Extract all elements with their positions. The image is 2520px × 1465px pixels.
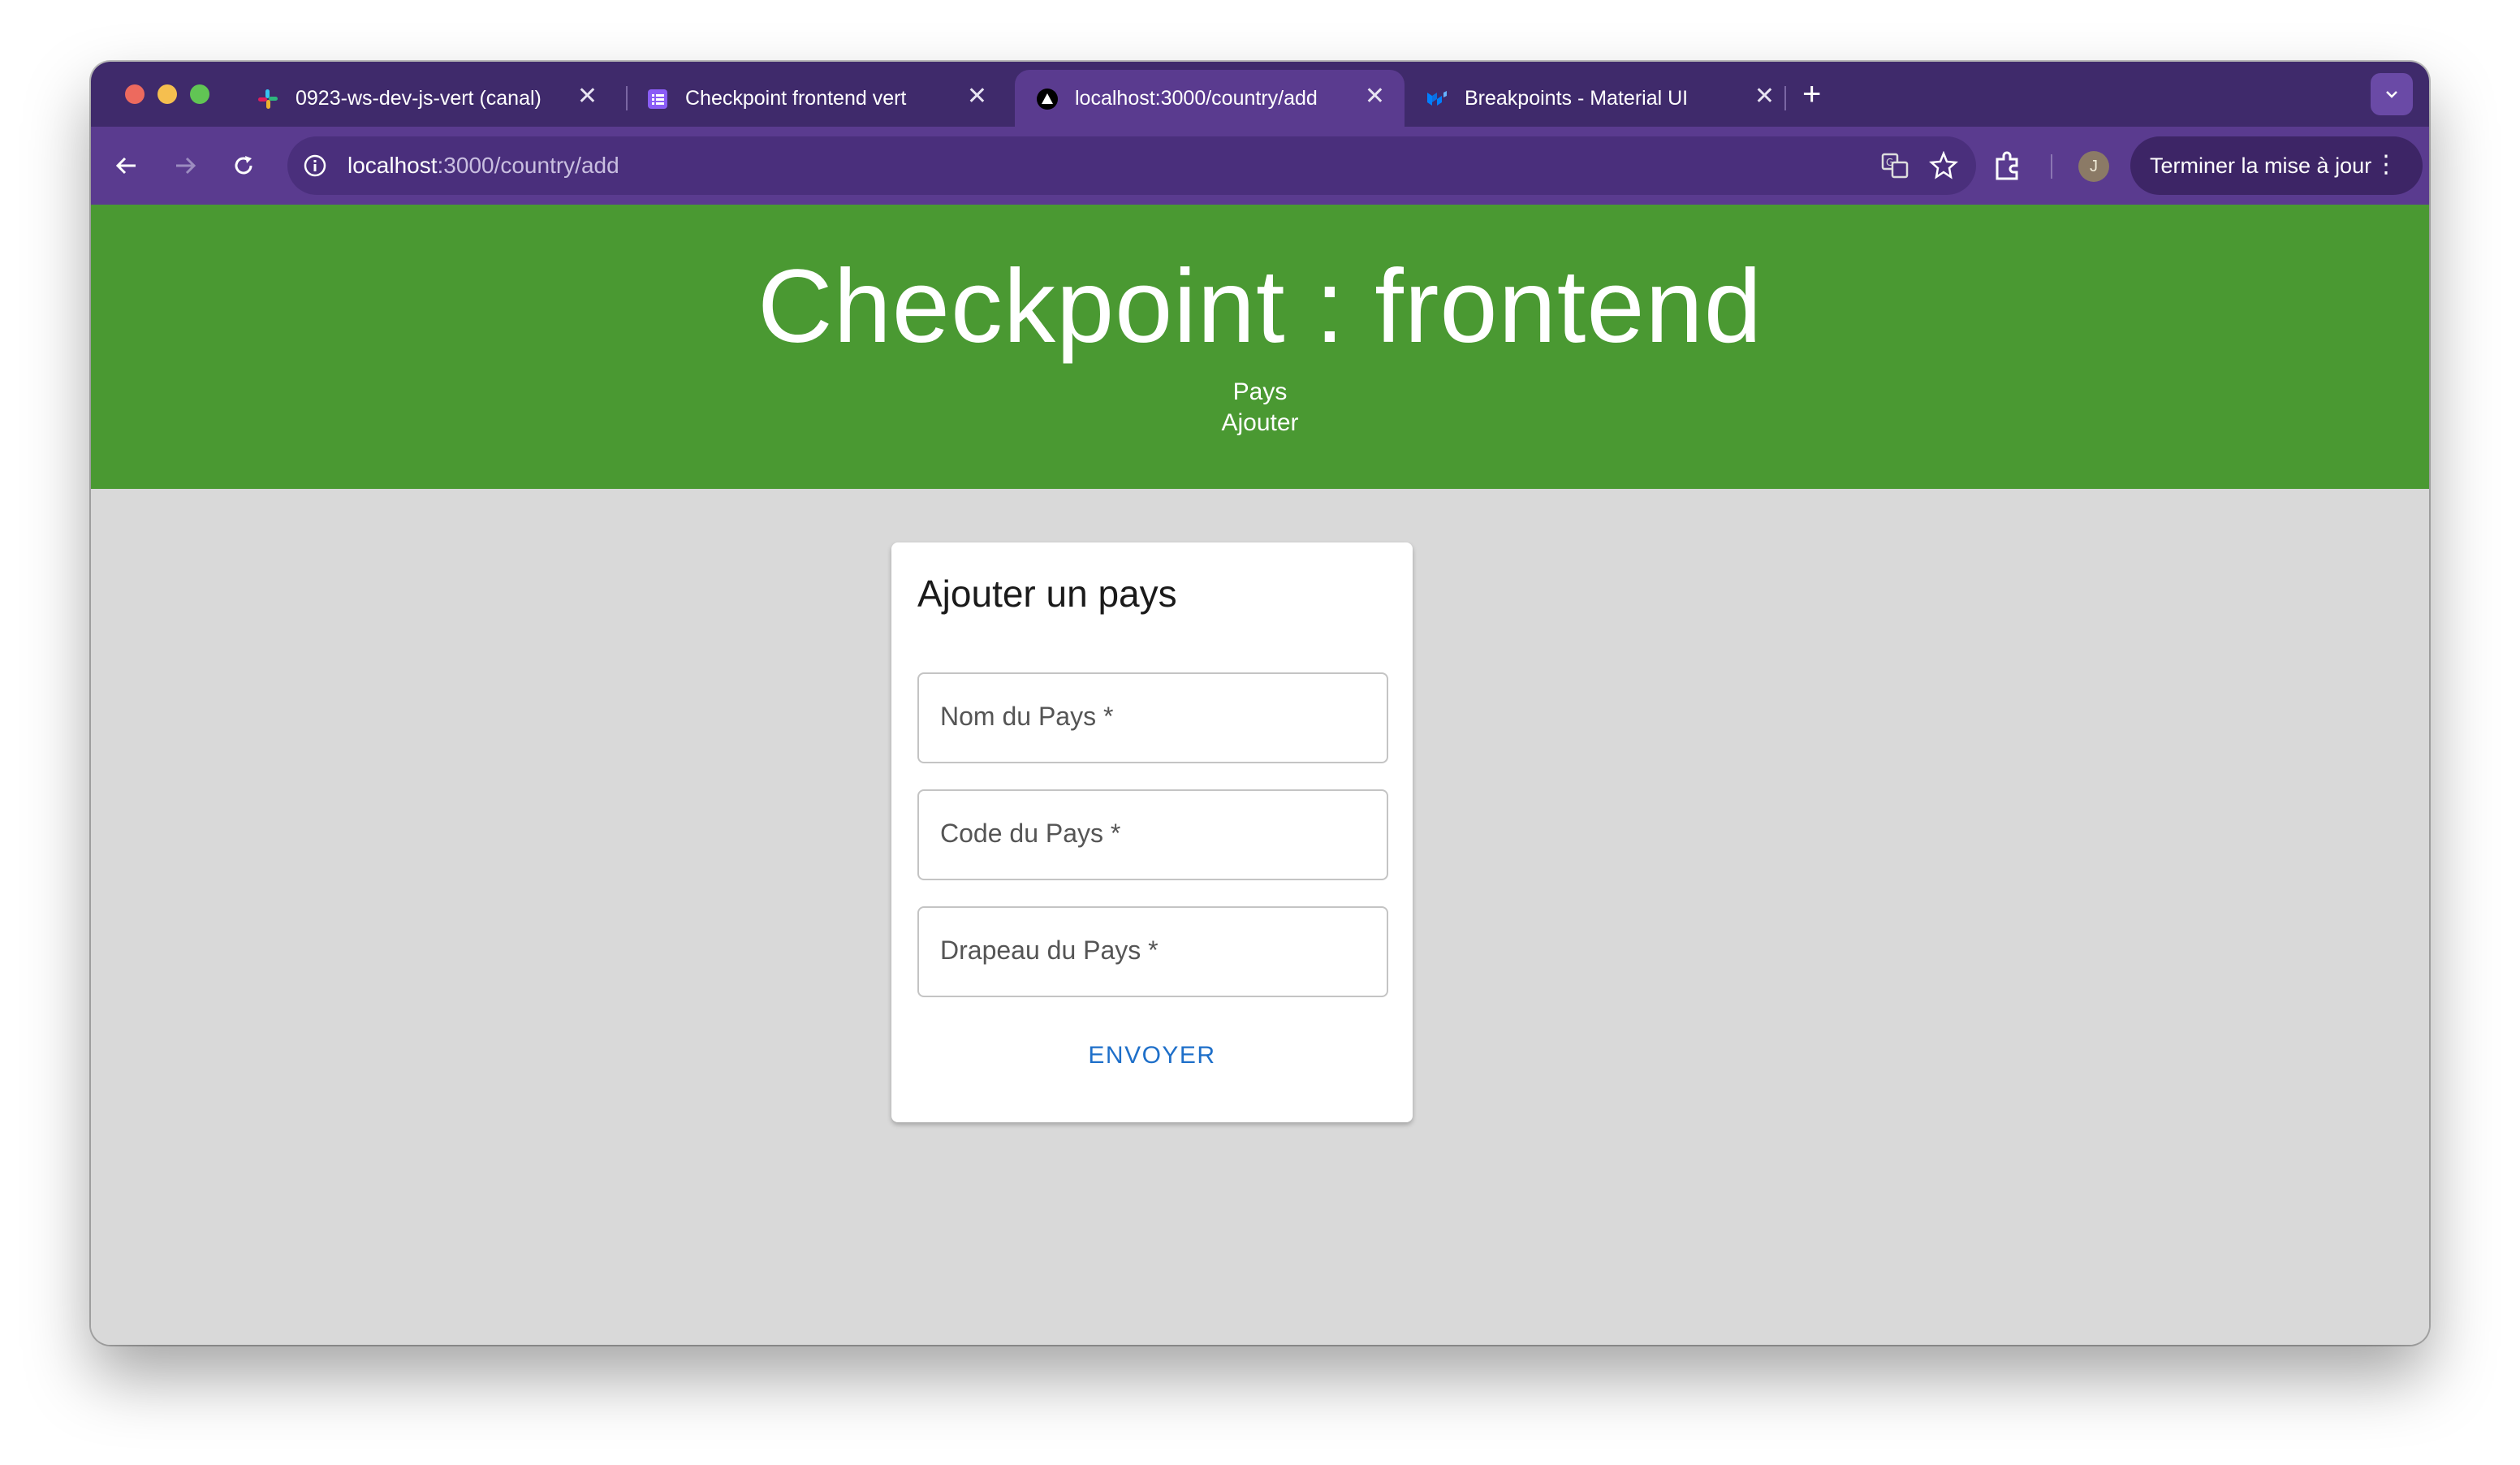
translate-icon[interactable]: G xyxy=(1880,151,1909,180)
slack-icon xyxy=(258,89,278,109)
app-header: Checkpoint : frontend Pays Ajouter xyxy=(91,205,2429,489)
new-tab-button[interactable]: + xyxy=(1802,75,1821,114)
submit-button[interactable]: ENVOYER xyxy=(1051,1030,1254,1082)
tab-title: localhost:3000/country/add xyxy=(1075,87,1318,110)
address-bar[interactable]: localhost:3000/country/add G xyxy=(287,136,1976,195)
svg-text:G: G xyxy=(1886,157,1893,168)
tab-separator xyxy=(1784,86,1786,110)
tab-title: Breakpoints - Material UI xyxy=(1465,87,1689,110)
minimize-window-button[interactable] xyxy=(158,84,177,104)
url-path: :3000/country/add xyxy=(437,153,619,178)
close-tab-icon[interactable]: ✕ xyxy=(1365,84,1385,109)
close-tab-icon[interactable]: ✕ xyxy=(577,84,598,109)
close-window-button[interactable] xyxy=(125,84,145,104)
form-heading: Ajouter un pays xyxy=(917,573,1177,615)
tab-checkpoint-doc[interactable]: Checkpoint frontend vert ✕ xyxy=(625,70,1007,127)
tab-strip: 0923-ws-dev-js-vert (canal) ✕ Checkpoint… xyxy=(91,62,2429,127)
close-tab-icon[interactable]: ✕ xyxy=(967,84,987,109)
close-tab-icon[interactable]: ✕ xyxy=(1754,84,1775,109)
reload-icon xyxy=(235,156,252,175)
country-code-field[interactable]: Code du Pays * xyxy=(917,789,1388,880)
back-button[interactable] xyxy=(107,146,146,185)
page-content: Checkpoint : frontend Pays Ajouter Ajout… xyxy=(91,205,2429,1345)
forward-button[interactable] xyxy=(166,146,205,185)
add-country-form: Ajouter un pays Nom du Pays * Code du Pa… xyxy=(891,542,1413,1122)
nav-link-add[interactable]: Ajouter xyxy=(91,408,2429,439)
bookmark-star-icon[interactable] xyxy=(1929,151,1958,180)
app-favicon-icon xyxy=(1037,89,1058,110)
tab-material-ui[interactable]: Breakpoints - Material UI ✕ xyxy=(1405,70,1794,127)
arrow-right-icon xyxy=(176,157,196,175)
tab-localhost-active[interactable]: localhost:3000/country/add ✕ xyxy=(1015,70,1405,127)
chevron-down-icon xyxy=(2386,91,2397,98)
app-title: Checkpoint : frontend xyxy=(757,248,1763,365)
profile-avatar[interactable]: J xyxy=(2078,151,2109,182)
reload-button[interactable] xyxy=(224,146,263,185)
extensions-icon[interactable] xyxy=(1991,149,2023,182)
toolbar-divider xyxy=(2051,154,2052,179)
country-name-field[interactable]: Nom du Pays * xyxy=(917,672,1388,763)
arrow-left-icon xyxy=(115,157,136,175)
browser-toolbar: localhost:3000/country/add G J Terminer … xyxy=(91,127,2429,205)
tab-title: 0923-ws-dev-js-vert (canal) xyxy=(296,87,542,110)
update-button-label: Terminer la mise à jour xyxy=(2150,153,2372,178)
browser-window: 0923-ws-dev-js-vert (canal) ✕ Checkpoint… xyxy=(91,62,2429,1345)
url-text: localhost:3000/country/add xyxy=(347,153,619,179)
site-info-icon[interactable] xyxy=(302,153,328,179)
tab-search-button[interactable] xyxy=(2371,73,2413,115)
country-flag-input[interactable] xyxy=(919,908,1387,996)
tab-slack[interactable]: 0923-ws-dev-js-vert (canal) ✕ xyxy=(235,70,617,127)
country-name-input[interactable] xyxy=(919,674,1387,762)
country-flag-field[interactable]: Drapeau du Pays * xyxy=(917,906,1388,997)
finish-update-button[interactable]: Terminer la mise à jour ⋮ xyxy=(2130,136,2423,195)
more-menu-icon[interactable]: ⋮ xyxy=(2374,151,2398,179)
mui-logo-icon xyxy=(1427,91,1447,106)
app-nav: Pays Ajouter xyxy=(91,377,2429,439)
nav-link-countries[interactable]: Pays xyxy=(91,377,2429,408)
country-code-input[interactable] xyxy=(919,791,1387,879)
tab-title: Checkpoint frontend vert xyxy=(685,87,907,110)
url-host: localhost xyxy=(347,153,438,178)
list-doc-icon xyxy=(648,89,667,109)
maximize-window-button[interactable] xyxy=(190,84,209,104)
